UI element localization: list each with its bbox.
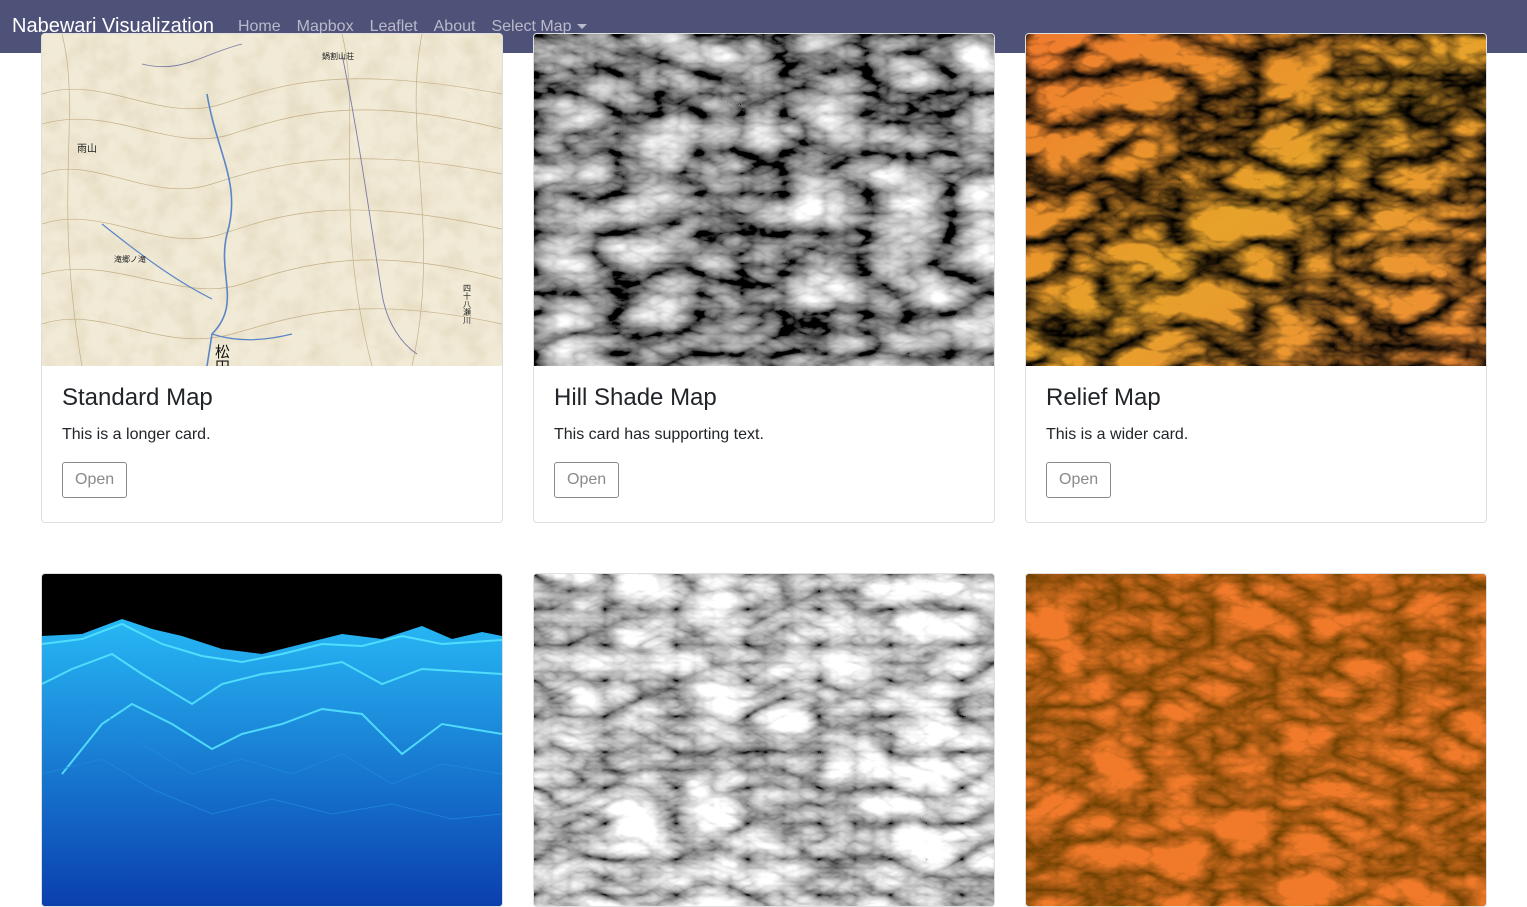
- card-relief-map: Relief Map This is a wider card. Open: [1025, 33, 1487, 523]
- card-text: This is a longer card.: [62, 426, 211, 443]
- 3d-wireframe-terrain-image: [42, 574, 502, 906]
- card-text: This card has supporting text.: [554, 426, 764, 443]
- map-label-waterfall: 滝郷ノ滝: [114, 254, 146, 264]
- card-title: Hill Shade Map: [554, 384, 717, 411]
- orange-relief-map-image: [1026, 574, 1486, 906]
- card-standard-map: 雨山 滝郷ノ滝 鍋割山荘 四十八瀬川 松田町 Standard Map This…: [41, 33, 503, 523]
- topographic-map-image: 雨山 滝郷ノ滝 鍋割山荘 四十八瀬川 松田町: [42, 34, 502, 366]
- card-title: Standard Map: [62, 384, 213, 411]
- open-hillshade-map-button[interactable]: Open: [554, 462, 620, 498]
- card-orange-relief-map: [1025, 573, 1487, 907]
- card-body: Relief Map This is a wider card. Open: [1026, 366, 1486, 522]
- open-standard-map-button[interactable]: Open: [62, 462, 128, 498]
- relief-map-image: [1026, 34, 1486, 366]
- map-label-lodge: 鍋割山荘: [322, 51, 354, 61]
- hillshade-map-image: [534, 574, 994, 906]
- map-label-town: 松田町: [213, 344, 231, 366]
- open-relief-map-button[interactable]: Open: [1046, 462, 1112, 498]
- card-body: Hill Shade Map This card has supporting …: [534, 366, 994, 522]
- map-label-mountain: 雨山: [77, 143, 97, 155]
- card-hillshade-map: Hill Shade Map This card has supporting …: [533, 33, 995, 523]
- map-label-river: 四十八瀬川: [463, 284, 472, 324]
- card-text: This is a wider card.: [1046, 426, 1189, 443]
- hillshade-map-image: [534, 34, 994, 366]
- card-title: Relief Map: [1046, 384, 1161, 411]
- select-map-label: Select Map: [491, 17, 572, 35]
- card-3d-terrain: [41, 573, 503, 907]
- caret-down-icon: [577, 23, 588, 29]
- card-body: Standard Map This is a longer card. Open: [42, 366, 502, 522]
- card-hillshade-map-2: [533, 573, 995, 907]
